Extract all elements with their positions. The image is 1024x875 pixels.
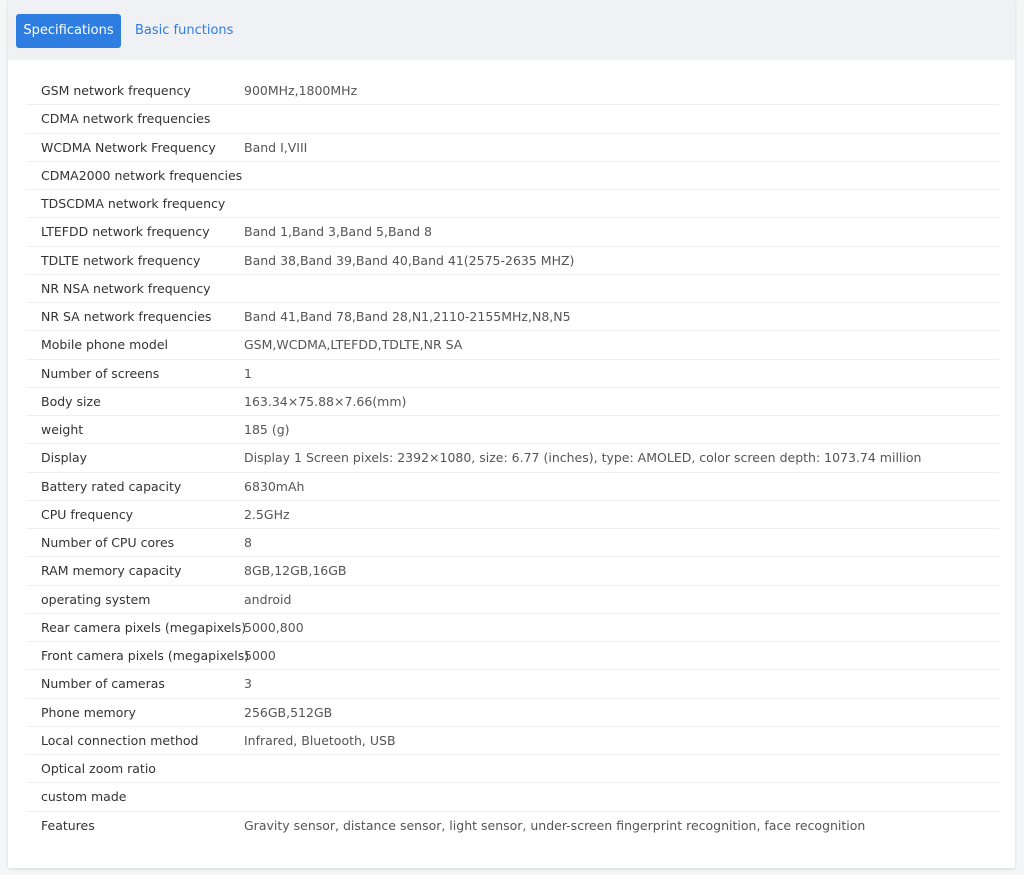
spec-row: CPU frequency 2.5GHz	[26, 501, 999, 529]
spec-label: Body size	[41, 393, 101, 409]
spec-label: Phone memory	[41, 704, 136, 720]
spec-row: Number of cameras 3	[26, 670, 999, 699]
spec-row: Mobile phone model GSM,WCDMA,LTEFDD,TDLTE…	[26, 331, 999, 360]
spec-value: 163.34×75.88×7.66(mm)	[244, 393, 407, 409]
spec-label: custom made	[41, 789, 127, 805]
spec-value: 3	[244, 676, 252, 692]
spec-value: Band I,VIII	[244, 139, 308, 155]
spec-row: custom made	[26, 783, 999, 812]
spec-label: Number of screens	[41, 365, 160, 381]
spec-row: Battery rated capacity 6830mAh	[26, 473, 999, 501]
spec-label: NR NSA network frequency	[41, 280, 211, 296]
spec-value: 5000	[244, 648, 276, 664]
spec-value: Band 41,Band 78,Band 28,N1,2110-2155MHz,…	[244, 309, 571, 325]
spec-row: CDMA2000 network frequencies	[26, 162, 999, 190]
spec-label: CDMA2000 network frequencies	[41, 167, 243, 183]
spec-row: weight 185 (g)	[26, 416, 999, 445]
spec-label: Optical zoom ratio	[41, 761, 156, 777]
spec-row: Rear camera pixels (megapixels) 5000,800	[26, 614, 999, 642]
spec-label: Front camera pixels (megapixels)	[41, 648, 250, 664]
spec-label: Number of CPU cores	[41, 535, 175, 551]
spec-label: Features	[41, 818, 95, 834]
spec-label: Battery rated capacity	[41, 478, 182, 494]
spec-row: GSM network frequency 900MHz,1800MHz	[26, 77, 999, 106]
spec-label: RAM memory capacity	[41, 563, 182, 579]
spec-row: TDSCDMA network frequency	[26, 190, 999, 219]
spec-value: 185 (g)	[244, 422, 290, 438]
spec-row: CDMA network frequencies	[26, 105, 999, 134]
spec-value: Display 1 Screen pixels: 2392×1080, size…	[244, 450, 922, 466]
spec-label: operating system	[41, 591, 151, 607]
spec-label: TDSCDMA network frequency	[41, 196, 226, 212]
spec-label: CPU frequency	[41, 506, 134, 522]
spec-label: GSM network frequency	[41, 83, 191, 99]
spec-row: Body size 163.34×75.88×7.66(mm)	[26, 388, 999, 416]
tab-basic-functions[interactable]: Basic functions	[135, 14, 233, 48]
spec-label: TDLTE network frequency	[41, 252, 201, 268]
spec-row: Features Gravity sensor, distance sensor,…	[26, 812, 999, 840]
spec-label: Number of cameras	[41, 676, 165, 692]
spec-value: 2.5GHz	[244, 506, 290, 522]
spec-row: Number of screens 1	[26, 360, 999, 388]
spec-row: NR NSA network frequency	[26, 275, 999, 303]
spec-table: GSM network frequency 900MHz,1800MHz CDMA …	[26, 77, 999, 840]
spec-value: 256GB,512GB	[244, 704, 333, 720]
spec-value: Band 1,Band 3,Band 5,Band 8	[244, 224, 432, 240]
spec-value: android	[244, 591, 292, 607]
spec-label: LTEFDD network frequency	[41, 224, 210, 240]
spec-label: CDMA network frequencies	[41, 111, 211, 127]
spec-label: Local connection method	[41, 732, 199, 748]
spec-label: Display	[41, 450, 88, 466]
spec-row: TDLTE network frequency Band 38,Band 39,B…	[26, 247, 999, 275]
spec-value: 1	[244, 365, 252, 381]
spec-row: Number of CPU cores 8	[26, 529, 999, 558]
tab-specifications[interactable]: Specifications	[16, 14, 121, 48]
spec-value: Infrared, Bluetooth, USB	[244, 732, 396, 748]
spec-row: Front camera pixels (megapixels) 5000	[26, 642, 999, 671]
tab-bar: Specifications Basic functions	[8, 0, 1015, 60]
spec-row: NR SA network frequencies Band 41,Band 78…	[26, 303, 999, 332]
spec-value: Gravity sensor, distance sensor, light s…	[244, 818, 866, 834]
spec-value: 8GB,12GB,16GB	[244, 563, 347, 579]
spec-label: Mobile phone model	[41, 337, 168, 353]
spec-label: NR SA network frequencies	[41, 309, 212, 325]
spec-value: 900MHz,1800MHz	[244, 83, 358, 99]
spec-row: operating system android	[26, 586, 999, 614]
spec-row: WCDMA Network Frequency Band I,VIII	[26, 134, 999, 162]
spec-row: Display Display 1 Screen pixels: 2392×108…	[26, 444, 999, 473]
spec-label: Rear camera pixels (megapixels)	[41, 619, 247, 635]
spec-value: Band 38,Band 39,Band 40,Band 41(2575-263…	[244, 252, 575, 268]
spec-row: Phone memory 256GB,512GB	[26, 699, 999, 727]
spec-value: 5000,800	[244, 619, 304, 635]
spec-label: weight	[41, 422, 84, 438]
specifications-panel: Specifications Basic functions GSM netwo…	[8, 0, 1015, 868]
spec-label: WCDMA Network Frequency	[41, 139, 216, 155]
spec-row: RAM memory capacity 8GB,12GB,16GB	[26, 557, 999, 586]
spec-value: 6830mAh	[244, 478, 305, 494]
spec-row: Optical zoom ratio	[26, 755, 999, 784]
spec-value: GSM,WCDMA,LTEFDD,TDLTE,NR SA	[244, 337, 463, 353]
spec-row: Local connection method Infrared, Bluetoo…	[26, 727, 999, 755]
spec-row: LTEFDD network frequency Band 1,Band 3,Ba…	[26, 218, 999, 247]
spec-value: 8	[244, 535, 252, 551]
